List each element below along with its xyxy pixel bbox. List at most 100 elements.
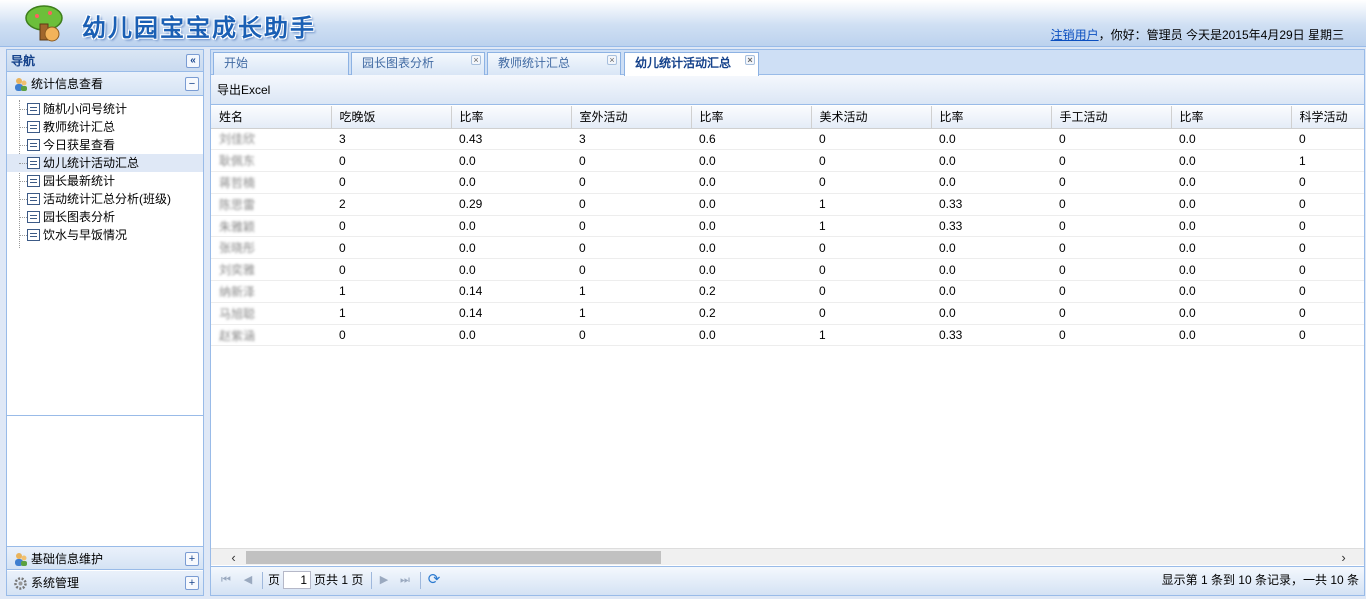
table-cell: 0.0: [691, 193, 811, 216]
table-row[interactable]: 蒋哲楠 0 0.0 0 0.0 0 0.0 0 0.0 0: [211, 171, 1364, 194]
table-cell: 0.14: [451, 302, 571, 325]
last-page-icon[interactable]: ⏭: [398, 573, 412, 587]
table-row[interactable]: 陈思雷 2 0.29 0 0.0 1 0.33 0 0.0 0: [211, 193, 1364, 216]
tab-principal-charts[interactable]: 园长图表分析 ×: [351, 52, 485, 75]
child-name-cell: 耿佩东: [211, 149, 331, 173]
section-system-header[interactable]: 系统管理 +: [7, 571, 203, 595]
table-cell: 0: [1051, 128, 1171, 151]
nav-item-random-question[interactable]: 随机小问号统计: [7, 100, 203, 118]
nav-item-label: 今日获星查看: [43, 138, 116, 152]
next-page-icon[interactable]: ▶: [377, 573, 391, 587]
table-row[interactable]: 朱雅颖 0 0.0 0 0.0 1 0.33 0 0.0 0: [211, 215, 1364, 238]
users-icon: [15, 553, 27, 566]
table-cell: 0.43: [451, 128, 571, 151]
scroll-right-icon[interactable]: ›: [1335, 549, 1352, 566]
child-name-cell: 纳新泽: [211, 280, 331, 303]
column-header[interactable]: 比率: [451, 106, 572, 129]
first-page-icon[interactable]: ⏮: [219, 573, 233, 587]
nav-item-principal-latest[interactable]: 园长最新统计: [7, 172, 203, 190]
scroll-left-icon[interactable]: ‹: [225, 549, 242, 566]
user-info: 注销用户，你好：管理员 今天是2015年4月29日 星期三: [1051, 26, 1344, 43]
tree-branch: [19, 217, 27, 218]
column-header[interactable]: 吃晚饭: [331, 106, 452, 129]
table-cell: 0.0: [1171, 149, 1291, 173]
column-header[interactable]: 科学活动: [1291, 106, 1364, 129]
nav-item-label: 活动统计汇总分析(班级): [43, 192, 171, 206]
table-cell: 0.0: [931, 302, 1051, 325]
column-header[interactable]: 美术活动: [811, 106, 932, 129]
table-row[interactable]: 赵紫涵 0 0.0 0 0.0 1 0.33 0 0.0 0: [211, 324, 1364, 347]
column-header[interactable]: 比率: [1171, 106, 1292, 129]
table-cell: 0.0: [931, 258, 1051, 282]
section-basic-info-label: 基础信息维护: [31, 552, 104, 566]
column-header[interactable]: 室外活动: [571, 106, 692, 129]
table-cell: 1: [571, 280, 691, 303]
section-stats-header[interactable]: 统计信息查看 −: [7, 72, 203, 96]
table-row[interactable]: 马旭聪 1 0.14 1 0.2 0 0.0 0 0.0 0: [211, 302, 1364, 325]
paging-toolbar: ⏮ ◀ 页 页共 1 页 ▶ ⏭ ⟳ 显示第 1 条到 10 条记录，一共 10…: [211, 566, 1364, 595]
child-name-cell: 蒋哲楠: [211, 171, 331, 194]
tab-label: 幼儿统计活动汇总: [635, 56, 732, 70]
table-cell: 0: [1291, 236, 1364, 260]
document-icon: [27, 139, 40, 151]
document-icon: [27, 157, 40, 169]
nav-item-class-activity-analysis[interactable]: 活动统计汇总分析(班级): [7, 190, 203, 208]
nav-panel-header: 导航 «: [7, 50, 203, 72]
activity-table: 姓名 吃晚饭 比率 室外活动 比率 美术活动 比率 手工活动 比率 科学活动 刘佳欣 3 0.43 3 0…: [211, 106, 1364, 347]
table-row[interactable]: 刘奕雅 0 0.0 0 0.0 0 0.0 0 0.0 0: [211, 258, 1364, 282]
document-icon: [27, 193, 40, 205]
nav-item-teacher-summary[interactable]: 教师统计汇总: [7, 118, 203, 136]
nav-item-principal-charts[interactable]: 园长图表分析: [7, 208, 203, 226]
table-cell: 1: [331, 302, 451, 325]
table-cell: 0: [811, 302, 931, 325]
table-cell: 0.0: [1171, 215, 1291, 238]
scrollbar-thumb[interactable]: [246, 551, 661, 564]
table-row[interactable]: 纳新泽 1 0.14 1 0.2 0 0.0 0 0.0 0: [211, 280, 1364, 303]
document-icon: [27, 229, 40, 241]
prev-page-icon[interactable]: ◀: [241, 573, 255, 587]
section-basic-info-header[interactable]: 基础信息维护 +: [7, 546, 203, 570]
nav-item-today-stars[interactable]: 今日获星查看: [7, 136, 203, 154]
table-cell: 0: [1051, 171, 1171, 194]
page-number-input[interactable]: [283, 571, 311, 589]
table-cell: 0: [571, 215, 691, 238]
table-cell: 0.0: [931, 149, 1051, 173]
table-row[interactable]: 张晓彤 0 0.0 0 0.0 0 0.0 0 0.0 0: [211, 236, 1364, 260]
tab-teacher-summary[interactable]: 教师统计汇总 ×: [487, 52, 621, 75]
nav-item-child-activity-summary[interactable]: 幼儿统计活动汇总: [7, 154, 203, 172]
close-icon[interactable]: ×: [607, 55, 617, 65]
column-header[interactable]: 姓名: [211, 106, 332, 129]
collapse-section-icon[interactable]: −: [185, 77, 199, 91]
table-cell: 0: [1051, 236, 1171, 260]
table-cell: 0: [571, 258, 691, 282]
nav-panel: 导航 « 统计信息查看 − 随机小问号统计 教师统计汇总 今日获星查看 幼儿统计…: [6, 49, 204, 596]
nav-item-water-breakfast[interactable]: 饮水与早饭情况: [7, 226, 203, 244]
table-cell: 0.0: [451, 236, 571, 260]
expand-section-icon[interactable]: +: [185, 552, 199, 566]
document-icon: [27, 211, 40, 223]
table-cell: 0.0: [931, 171, 1051, 194]
tab-start[interactable]: 开始: [213, 52, 349, 75]
horizontal-scrollbar[interactable]: ‹ ›: [211, 548, 1364, 565]
column-header[interactable]: 比率: [931, 106, 1052, 129]
tab-child-activity-summary[interactable]: 幼儿统计活动汇总 ×: [624, 52, 759, 76]
tree-logo-icon: [25, 5, 63, 42]
close-icon[interactable]: ×: [745, 55, 755, 65]
collapse-nav-icon[interactable]: «: [186, 54, 200, 68]
table-cell: 0: [571, 324, 691, 347]
refresh-icon[interactable]: ⟳: [427, 572, 441, 587]
logout-link[interactable]: 注销用户: [1051, 28, 1099, 42]
table-row[interactable]: 刘佳欣 3 0.43 3 0.6 0 0.0 0 0.0 0: [211, 128, 1364, 151]
close-icon[interactable]: ×: [471, 55, 481, 65]
child-name-cell: 马旭聪: [211, 302, 331, 325]
expand-section-icon[interactable]: +: [185, 576, 199, 590]
export-excel-button[interactable]: 导出Excel: [217, 83, 270, 97]
column-header[interactable]: 比率: [691, 106, 812, 129]
table-cell: 0.0: [1171, 171, 1291, 194]
table-cell: 0: [1051, 258, 1171, 282]
table-cell: 0.0: [451, 258, 571, 282]
page-label: 页: [268, 573, 281, 587]
table-cell: 0: [811, 171, 931, 194]
table-row[interactable]: 耿佩东 0 0.0 0 0.0 0 0.0 0 0.0 1: [211, 149, 1364, 173]
column-header[interactable]: 手工活动: [1051, 106, 1172, 129]
